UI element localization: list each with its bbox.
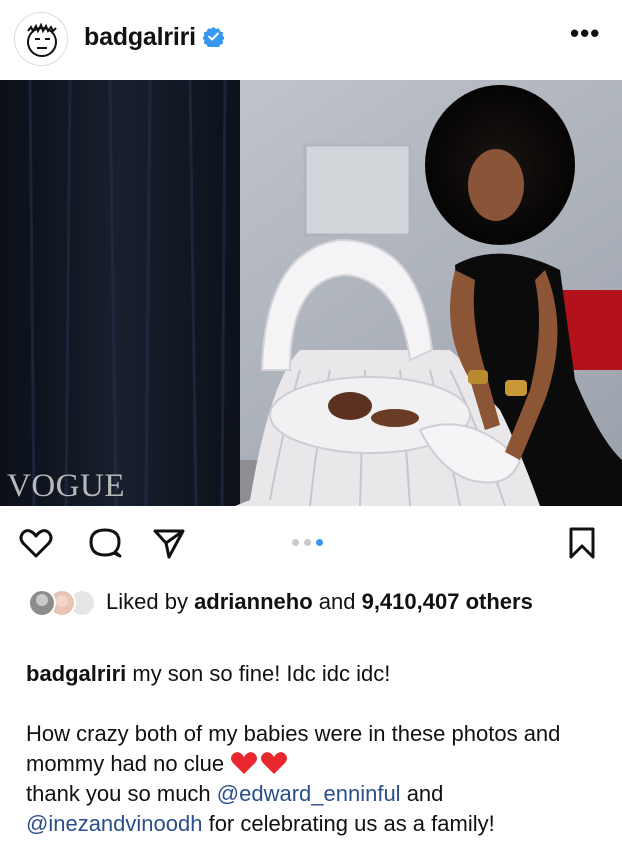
carousel-indicator	[290, 537, 334, 549]
more-options-button[interactable]: •••	[570, 20, 600, 46]
post-photo	[0, 80, 622, 506]
likes-text: Liked by adrianneho and 9,410,407 others	[106, 587, 606, 617]
caption-paragraph-2: How crazy both of my babies were in thes…	[26, 719, 616, 839]
profile-avatar[interactable]	[14, 12, 68, 66]
action-bar	[0, 518, 622, 570]
mention-inezandvinoodh[interactable]: @inezandvinoodh	[26, 811, 202, 836]
carousel-dot	[304, 539, 311, 546]
liked-by-user[interactable]: adrianneho	[194, 589, 313, 614]
likes-count[interactable]: 9,410,407	[362, 589, 460, 614]
comment-icon[interactable]	[86, 524, 124, 562]
carousel-dot-active	[316, 539, 323, 546]
likes-section: Liked by adrianneho and 9,410,407 others	[0, 584, 622, 646]
caption-text: my son so fine! Idc idc idc!	[126, 661, 391, 686]
mention-edward-enninful[interactable]: @edward_enninful	[217, 781, 401, 806]
heart-icon[interactable]	[17, 524, 55, 562]
caption-text-4: and	[400, 781, 444, 806]
red-heart-icon	[231, 752, 258, 774]
caption-text-2: How crazy both of my babies were in thes…	[26, 721, 561, 776]
caption-username[interactable]: badgalriri	[26, 661, 126, 686]
post-header: badgalriri •••	[0, 0, 622, 78]
caption-text-5: for celebrating us as a family!	[202, 811, 495, 836]
carousel-dot	[292, 539, 299, 546]
post-caption: badgalriri my son so fine! Idc idc idc! …	[26, 659, 616, 839]
bookmark-icon[interactable]	[563, 524, 601, 562]
likes-middle: and	[312, 589, 362, 614]
liker-avatars[interactable]	[24, 588, 100, 618]
likes-others[interactable]: others	[459, 589, 533, 614]
caption-line-1: badgalriri my son so fine! Idc idc idc!	[26, 659, 616, 689]
post-image[interactable]: VOGUE	[0, 80, 622, 506]
post-username[interactable]: badgalriri	[84, 23, 196, 52]
share-icon[interactable]	[150, 524, 188, 562]
doodle-face-icon	[27, 22, 57, 57]
red-heart-icon	[261, 752, 288, 774]
likes-prefix: Liked by	[106, 589, 195, 614]
caption-text-3: thank you so much	[26, 781, 217, 806]
verified-badge-icon	[203, 26, 224, 47]
vogue-watermark: VOGUE	[7, 468, 125, 504]
